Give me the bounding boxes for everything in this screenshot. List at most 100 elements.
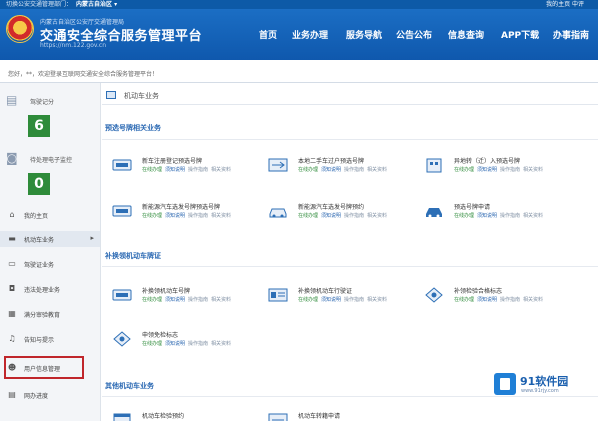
service-item: 机动车转籍申请 bbox=[268, 409, 428, 421]
notice-link[interactable]: 须知说明 bbox=[477, 297, 497, 303]
license-plate-icon bbox=[112, 289, 132, 301]
stat-label: 待处理电子监控 bbox=[30, 157, 73, 164]
module-header: 机动车业务 bbox=[104, 89, 594, 103]
notice-link[interactable]: 须知说明 bbox=[165, 297, 185, 303]
watermark-url: www.91rjy.com bbox=[521, 388, 559, 394]
service-name[interactable]: 新能源汽车选发号牌预选号牌 bbox=[142, 202, 220, 211]
sidebar-item-home[interactable]: ⌂ 我的主页 bbox=[0, 207, 100, 223]
data-link[interactable]: 相关资料 bbox=[211, 167, 231, 173]
online-link[interactable]: 在线办理 bbox=[298, 167, 318, 173]
service-name[interactable]: 补换领机动车行驶证 bbox=[298, 286, 352, 295]
top-bar: 切换公安交通管理部门： 内蒙古自治区 ▾ 我的主页 中评 bbox=[0, 0, 598, 9]
stat-value: 6 bbox=[28, 115, 50, 137]
service-item: 本地二手车过户预选号牌 在线办理 须知说明 操作指南 相关资料 bbox=[268, 154, 428, 184]
site-watermark: 91软件园 www.91rjy.com bbox=[494, 371, 594, 403]
divider bbox=[102, 139, 598, 140]
car-icon: ▬ bbox=[8, 234, 16, 243]
camera-icon: ◙ bbox=[6, 151, 18, 165]
service-name[interactable]: 补领检验合格标志 bbox=[454, 286, 502, 295]
notice-link[interactable]: 须知说明 bbox=[165, 167, 185, 173]
guide-link[interactable]: 操作指南 bbox=[344, 297, 364, 303]
service-item: 申领免检标志 在线办理 须知说明 操作指南 相关资料 bbox=[112, 328, 272, 358]
online-link[interactable]: 在线办理 bbox=[454, 167, 474, 173]
score-icon: ▤ bbox=[6, 93, 18, 107]
nav-app-download[interactable]: APP下载 bbox=[501, 28, 539, 41]
data-link[interactable]: 相关资料 bbox=[211, 213, 231, 219]
nav-home[interactable]: 首页 bbox=[259, 28, 277, 41]
online-link[interactable]: 在线办理 bbox=[298, 297, 318, 303]
nav-guide[interactable]: 办事指南 bbox=[553, 28, 589, 41]
guide-link[interactable]: 操作指南 bbox=[500, 167, 520, 173]
nav-info-query[interactable]: 信息查询 bbox=[448, 28, 484, 41]
license-icon: ▭ bbox=[8, 259, 16, 268]
calendar-icon bbox=[113, 413, 131, 421]
sidebar-item-license[interactable]: ▭ 驾驶证业务 bbox=[0, 256, 100, 272]
guide-link[interactable]: 操作指南 bbox=[188, 297, 208, 303]
service-name[interactable]: 异地转（迁）入预选号牌 bbox=[454, 156, 520, 165]
service-name[interactable]: 本地二手车过户预选号牌 bbox=[298, 156, 364, 165]
guide-link[interactable]: 操作指南 bbox=[188, 213, 208, 219]
notice-link[interactable]: 须知说明 bbox=[321, 213, 341, 219]
data-link[interactable]: 相关资料 bbox=[523, 167, 543, 173]
service-item: 机动车检验预约 bbox=[112, 409, 272, 421]
guide-link[interactable]: 操作指南 bbox=[188, 341, 208, 347]
notice-link[interactable]: 须知说明 bbox=[477, 167, 497, 173]
module-title: 机动车业务 bbox=[124, 92, 159, 100]
top-right-links[interactable]: 我的主页 中评 bbox=[546, 0, 584, 9]
transfer-icon bbox=[268, 158, 288, 172]
watermark-name: 91软件园 bbox=[520, 375, 569, 388]
notice-link[interactable]: 须知说明 bbox=[165, 341, 185, 347]
sidebar-item-progress[interactable]: ▤ 网办进度 bbox=[0, 387, 100, 403]
stat-label: 驾驶记分 bbox=[30, 99, 55, 106]
nav-announcements[interactable]: 公告公布 bbox=[396, 28, 432, 41]
notice-link[interactable]: 须知说明 bbox=[321, 167, 341, 173]
nav-business[interactable]: 业务办理 bbox=[292, 28, 328, 41]
online-link[interactable]: 在线办理 bbox=[298, 213, 318, 219]
region-switch-label: 切换公安交通管理部门： bbox=[6, 1, 73, 8]
notice-link[interactable]: 须知说明 bbox=[165, 213, 185, 219]
online-link[interactable]: 在线办理 bbox=[454, 213, 474, 219]
inspection-mark-icon bbox=[113, 331, 131, 347]
stat-electronic-monitoring[interactable]: ◙ 待处理电子监控 0 bbox=[4, 147, 96, 207]
guide-link[interactable]: 操作指南 bbox=[500, 297, 520, 303]
notice-link[interactable]: 须知说明 bbox=[477, 213, 497, 219]
watermark-logo-icon bbox=[494, 373, 516, 395]
data-link[interactable]: 相关资料 bbox=[367, 167, 387, 173]
guide-link[interactable]: 操作指南 bbox=[188, 167, 208, 173]
license-plate-icon bbox=[112, 159, 132, 171]
data-link[interactable]: 相关资料 bbox=[211, 341, 231, 347]
building-icon bbox=[426, 158, 442, 173]
online-link[interactable]: 在线办理 bbox=[142, 341, 162, 347]
guide-link[interactable]: 操作指南 bbox=[344, 167, 364, 173]
service-name[interactable]: 补换领机动车号牌 bbox=[142, 286, 190, 295]
service-name[interactable]: 预选号牌申请 bbox=[454, 202, 490, 211]
data-link[interactable]: 相关资料 bbox=[367, 213, 387, 219]
data-link[interactable]: 相关资料 bbox=[211, 297, 231, 303]
region-selector[interactable]: 内蒙古自治区 ▾ bbox=[76, 1, 117, 8]
service-item: 补换领机动车行驶证 在线办理 须知说明 操作指南 相关资料 bbox=[268, 284, 428, 314]
chevron-right-icon: ▸ bbox=[90, 234, 94, 242]
guide-link[interactable]: 操作指南 bbox=[500, 213, 520, 219]
sidebar-item-violation[interactable]: ◘ 违法处理业务 bbox=[0, 281, 100, 297]
online-link[interactable]: 在线办理 bbox=[454, 297, 474, 303]
stat-driving-score[interactable]: ▤ 驾驶记分 6 bbox=[4, 89, 96, 149]
service-name[interactable]: 申领免检标志 bbox=[142, 330, 178, 339]
service-name[interactable]: 机动车检验预约 bbox=[142, 411, 184, 420]
service-name[interactable]: 机动车转籍申请 bbox=[298, 411, 340, 420]
notice-link[interactable]: 须知说明 bbox=[321, 297, 341, 303]
data-link[interactable]: 相关资料 bbox=[523, 297, 543, 303]
sidebar-item-notice[interactable]: ♫ 告知与提示 bbox=[0, 331, 100, 347]
service-name[interactable]: 新能源汽车选发号牌预约 bbox=[298, 202, 364, 211]
nav-service-guide[interactable]: 服务导航 bbox=[346, 28, 382, 41]
online-link[interactable]: 在线办理 bbox=[142, 213, 162, 219]
sidebar-item-education[interactable]: ▦ 满分审验教育 bbox=[0, 306, 100, 322]
data-link[interactable]: 相关资料 bbox=[367, 297, 387, 303]
online-link[interactable]: 在线办理 bbox=[142, 167, 162, 173]
guide-link[interactable]: 操作指南 bbox=[344, 213, 364, 219]
sidebar-item-vehicle[interactable]: ▬ 机动车业务 ▸ bbox=[0, 231, 100, 247]
service-name[interactable]: 新车注册登记预选号牌 bbox=[142, 156, 202, 165]
online-link[interactable]: 在线办理 bbox=[142, 297, 162, 303]
data-link[interactable]: 相关资料 bbox=[523, 213, 543, 219]
stat-value: 0 bbox=[28, 173, 50, 195]
service-item: 异地转（迁）入预选号牌 在线办理 须知说明 操作指南 相关资料 bbox=[424, 154, 584, 184]
